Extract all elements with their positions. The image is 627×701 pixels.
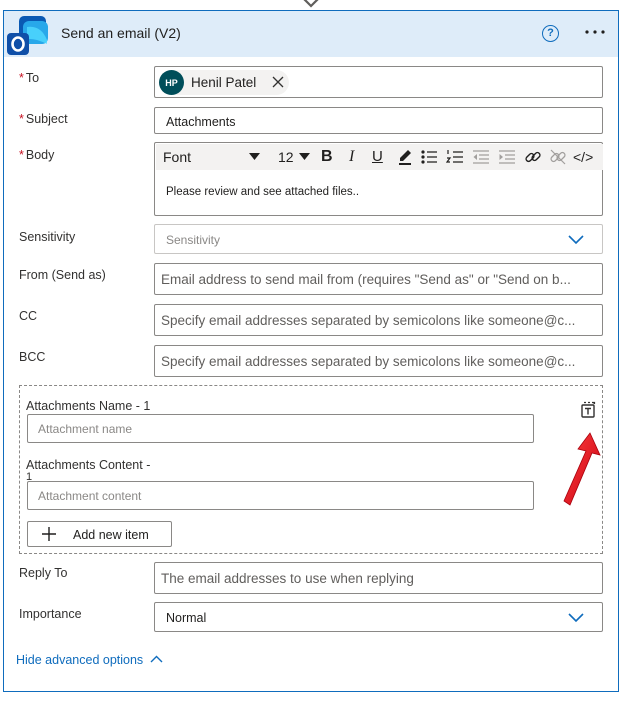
code-view-button[interactable]: </> [573,148,593,166]
chevron-down-icon[interactable] [568,235,584,245]
attachment-name-label: Attachments Name - 1 [26,399,151,413]
reply-to-input[interactable]: The email addresses to use when replying [154,562,603,594]
body-label: * Body [19,148,54,162]
required-mark: * [19,148,24,162]
more-icon[interactable] [582,22,608,42]
card-header[interactable]: Send an email (V2) ? [4,11,618,57]
subject-label: * Subject [19,112,68,126]
avatar: HP [159,70,184,95]
chevron-down-icon[interactable] [299,153,310,160]
hide-advanced-options-link[interactable]: Hide advanced options [16,653,143,667]
chevron-up-icon[interactable] [150,655,163,663]
attachment-name-placeholder: Attachment name [38,422,133,436]
sensitivity-dropdown[interactable]: Sensitivity [154,224,603,254]
link-icon[interactable] [524,148,542,166]
action-card: Send an email (V2) ? * To HP Henil Patel … [3,10,619,692]
subject-input[interactable]: Attachments [154,107,603,134]
importance-dropdown[interactable]: Normal [154,602,603,632]
to-field[interactable]: HP Henil Patel [154,66,603,98]
importance-label: Importance [19,607,82,621]
to-label-text: To [25,71,40,85]
to-label: * To [19,71,39,85]
body-value: Please review and see attached files.. [166,186,360,198]
bcc-input[interactable]: Specify email addresses separated by sem… [154,345,603,377]
attachments-group: Attachments Name - 1 Attachment name Att… [19,385,603,554]
body-editor[interactable]: Font 12 B I U </> Please review and see … [154,142,603,216]
unlink-icon[interactable] [549,148,567,166]
attachment-content-placeholder: Attachment content [38,489,142,503]
bcc-placeholder: Specify email addresses separated by sem… [161,354,576,369]
bullet-list-icon[interactable] [420,148,438,166]
close-icon[interactable] [272,76,284,88]
annotation-arrow-icon [563,432,601,506]
numbered-list-icon[interactable] [446,148,464,166]
add-new-item-label: Add new item [73,528,149,542]
plus-icon [42,527,56,541]
from-placeholder: Email address to send mail from (require… [161,272,571,287]
card-title: Send an email (V2) [61,25,181,41]
decrease-indent-icon[interactable] [472,148,490,166]
cc-input[interactable]: Specify email addresses separated by sem… [154,304,603,336]
rich-text-toolbar: Font 12 B I U </> [156,144,603,170]
cc-label: CC [19,309,38,323]
from-input[interactable]: Email address to send mail from (require… [154,263,603,295]
connector-arrow-icon [303,0,319,8]
chevron-down-icon[interactable] [568,613,584,623]
help-icon[interactable]: ? [542,25,559,42]
font-select[interactable]: Font [163,148,191,166]
sensitivity-label: Sensitivity [19,230,76,244]
bcc-label: BCC [19,350,46,364]
importance-value: Normal [166,611,207,625]
add-new-item-button[interactable]: Add new item [27,521,172,547]
sensitivity-placeholder: Sensitivity [166,233,221,247]
from-label: From (Send as) [19,268,106,282]
increase-indent-icon[interactable] [498,148,516,166]
highlight-icon[interactable] [397,148,413,166]
attachment-name-input[interactable]: Attachment name [27,414,534,443]
attachment-content-input[interactable]: Attachment content [27,481,534,510]
outlook-icon [7,16,48,55]
bold-button[interactable]: B [321,148,333,166]
font-size-select[interactable]: 12 [278,148,294,166]
subject-label-text: Subject [25,112,68,126]
subject-value: Attachments [166,115,236,129]
attachment-content-label: Attachments Content - [26,458,151,472]
body-label-text: Body [25,148,55,162]
cc-placeholder: Specify email addresses separated by sem… [161,313,576,328]
reply-to-label: Reply To [19,566,68,580]
recipient-chip[interactable]: HP Henil Patel [159,70,289,95]
chevron-down-icon[interactable] [249,153,260,160]
reply-to-placeholder: The email addresses to use when replying [161,571,414,586]
recipient-name: Henil Patel [191,75,257,90]
required-mark: * [19,112,24,126]
switch-input-mode-icon[interactable] [578,400,598,420]
italic-button[interactable]: I [349,148,354,166]
required-mark: * [19,71,24,85]
underline-button[interactable]: U [372,148,383,166]
